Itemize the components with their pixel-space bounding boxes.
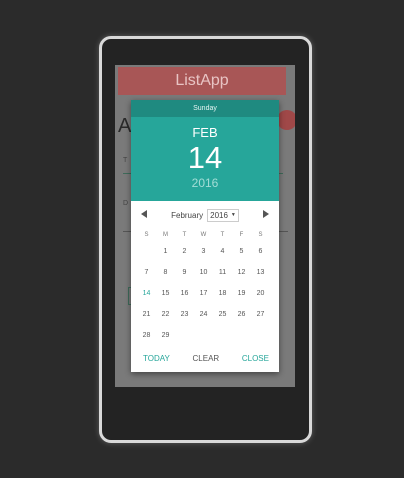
week-row: 1 2 3 4 5 6 (137, 241, 273, 262)
day-cell[interactable]: 29 (156, 332, 175, 339)
previous-month-icon[interactable] (141, 210, 147, 218)
month-label: February (171, 210, 204, 220)
day-cell[interactable]: 10 (194, 269, 213, 276)
background-fab (277, 110, 295, 130)
month-navigation: February 2016 ▼ (131, 201, 279, 229)
day-cell[interactable]: 5 (232, 248, 251, 255)
app-bar: ListApp (118, 67, 286, 95)
week-row: 14 15 16 17 18 19 20 (137, 283, 273, 304)
picker-month: FEB (192, 125, 218, 140)
day-cell-selected[interactable]: 14 (137, 290, 156, 297)
picker-actions: TODAY CLEAR CLOSE (131, 350, 279, 366)
weekday-label: M (163, 232, 168, 238)
day-cell[interactable]: 13 (251, 269, 270, 276)
day-cell[interactable]: 7 (137, 269, 156, 276)
week-row: 28 29 (137, 325, 273, 346)
day-cell[interactable]: 19 (232, 290, 251, 297)
day-cell[interactable]: 23 (175, 311, 194, 318)
picker-day: 14 (187, 140, 223, 175)
day-cell[interactable]: 20 (251, 290, 270, 297)
year-select[interactable]: 2016 ▼ (207, 208, 239, 222)
day-cell[interactable]: 6 (251, 248, 270, 255)
today-button[interactable]: TODAY (143, 354, 170, 363)
day-cell[interactable]: 15 (156, 290, 175, 297)
day-cell[interactable]: 26 (232, 311, 251, 318)
day-cell[interactable]: 4 (213, 248, 232, 255)
weekday-label: S (258, 232, 263, 238)
day-cell[interactable]: 25 (213, 311, 232, 318)
picker-header: FEB 14 2016 (131, 117, 279, 201)
next-month-icon[interactable] (263, 210, 269, 218)
weekday-row: S M T W T F S (137, 229, 273, 241)
day-cell[interactable]: 1 (156, 248, 175, 255)
background-field-label: T (123, 157, 128, 164)
day-cell[interactable]: 2 (175, 248, 194, 255)
weekday-label: W (200, 232, 207, 238)
clear-button[interactable]: CLEAR (193, 354, 220, 363)
day-cell[interactable]: 3 (194, 248, 213, 255)
day-cell[interactable]: 21 (137, 311, 156, 318)
weekday-label: T (182, 232, 187, 238)
date-picker-dialog: Sunday FEB 14 2016 February 2016 ▼ S M T… (131, 100, 279, 372)
day-cell[interactable]: 24 (194, 311, 213, 318)
day-cell[interactable]: 17 (194, 290, 213, 297)
picker-weekday: Sunday (131, 100, 279, 117)
day-cell[interactable]: 9 (175, 269, 194, 276)
calendar-grid: S M T W T F S 1 2 3 4 5 6 7 8 9 10 11 12… (131, 229, 279, 346)
day-cell[interactable]: 18 (213, 290, 232, 297)
day-cell[interactable]: 11 (213, 269, 232, 276)
day-cell[interactable]: 28 (137, 332, 156, 339)
weekday-label: F (239, 232, 244, 238)
day-cell[interactable]: 16 (175, 290, 194, 297)
picker-year[interactable]: 2016 (131, 176, 279, 190)
day-cell[interactable]: 27 (251, 311, 270, 318)
caret-down-icon: ▼ (230, 212, 236, 218)
background-field-label-2: D (123, 200, 129, 207)
week-row: 7 8 9 10 11 12 13 (137, 262, 273, 283)
app-title: ListApp (175, 72, 229, 89)
year-select-value: 2016 (210, 210, 228, 220)
day-cell[interactable]: 22 (156, 311, 175, 318)
background-heading: A (118, 115, 132, 137)
close-button[interactable]: CLOSE (242, 354, 269, 363)
week-row: 21 22 23 24 25 26 27 (137, 304, 273, 325)
day-cell[interactable]: 8 (156, 269, 175, 276)
weekday-label: T (220, 232, 225, 238)
weekday-label: S (144, 232, 149, 238)
day-cell[interactable]: 12 (232, 269, 251, 276)
